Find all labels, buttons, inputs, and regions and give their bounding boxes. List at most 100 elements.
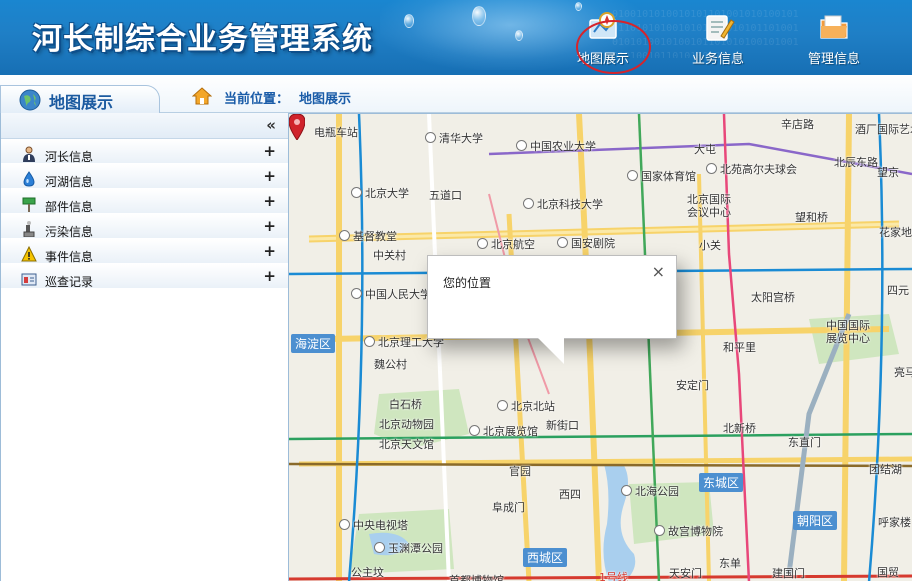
map-label: 玉渊潭公园 bbox=[374, 540, 443, 556]
district-badge: 海淀区 bbox=[291, 334, 336, 353]
nav-business-info[interactable]: 业务信息 bbox=[673, 10, 763, 70]
map-label: 基督教堂 bbox=[339, 228, 397, 244]
water-drop-icon bbox=[23, 171, 35, 187]
water-drop-decoration bbox=[472, 6, 486, 26]
folder-icon bbox=[820, 15, 848, 39]
map-view[interactable]: 电瓶车站 清华大学 中国农业大学 大屯 辛店路 酒厂国际艺术 北辰东路 北苑高尔… bbox=[289, 113, 912, 581]
map-label: 小关 bbox=[699, 239, 721, 252]
expand-icon[interactable]: + bbox=[263, 242, 276, 260]
map-label: 国贸 bbox=[877, 566, 899, 579]
map-label: 魏公村 bbox=[374, 358, 407, 371]
expand-icon[interactable]: + bbox=[263, 267, 276, 285]
breadcrumb-current: 地图展示 bbox=[299, 92, 352, 107]
factory-icon bbox=[23, 221, 35, 237]
lake bbox=[603, 459, 636, 581]
sidebar-item-label: 河湖信息 bbox=[45, 175, 94, 189]
sidebar-item-river-chief[interactable]: 河长信息 + bbox=[1, 139, 288, 164]
document-pencil-icon bbox=[706, 15, 735, 41]
district-badge: 朝阳区 bbox=[793, 511, 838, 530]
map-label: 中国人民大学 bbox=[351, 286, 431, 302]
map-label: 东直门 bbox=[788, 436, 821, 449]
app-title: 河长制综合业务管理系统 bbox=[32, 22, 373, 57]
expand-icon[interactable]: + bbox=[263, 142, 276, 160]
district-badge: 西城区 bbox=[523, 548, 568, 567]
map-label: 五道口 bbox=[429, 189, 462, 202]
map-label: 国安剧院 bbox=[557, 235, 615, 251]
globe-icon bbox=[19, 89, 41, 111]
map-label: 北京动物园 bbox=[379, 418, 434, 431]
map-label: 北京科技大学 bbox=[523, 196, 603, 212]
map-label: 1号线 bbox=[599, 571, 628, 581]
sidebar-collapse-bar: « bbox=[1, 113, 288, 139]
map-label: 中央电视塔 bbox=[339, 517, 408, 533]
water-drop-decoration bbox=[404, 14, 414, 28]
water-drop-decoration bbox=[515, 30, 523, 41]
map-label: 首都博物馆 bbox=[449, 574, 504, 581]
map-label: 中国农业大学 bbox=[516, 138, 596, 154]
map-label: 故宫博物院 bbox=[654, 523, 723, 539]
signpost-icon bbox=[22, 197, 36, 212]
map-label: 望和桥 bbox=[795, 211, 828, 224]
nav-map-display[interactable]: 地图展示 bbox=[558, 10, 648, 70]
map-label: 大屯 bbox=[694, 143, 716, 156]
close-icon[interactable]: × bbox=[652, 262, 665, 281]
expand-icon[interactable]: + bbox=[263, 217, 276, 235]
map-label: 亮马 bbox=[894, 366, 912, 379]
app-header: 0100101010010101101001010100101011010101… bbox=[0, 0, 912, 75]
map-label: 望京 bbox=[877, 166, 899, 179]
map-label: 团结湖 bbox=[869, 463, 902, 476]
map-label: 北苑高尔夫球会 bbox=[706, 161, 797, 177]
location-popup: 您的位置 × bbox=[427, 255, 677, 339]
map-label: 天安门 bbox=[669, 567, 702, 580]
map-label: 公主坟 bbox=[351, 566, 384, 579]
sidebar-item-inspection[interactable]: 巡查记录 + bbox=[1, 264, 288, 289]
sub-header-bar: 地图展示 当前位置： 地图展示 bbox=[0, 75, 912, 113]
sidebar-item-events[interactable]: 事件信息 + bbox=[1, 239, 288, 264]
map-label: 酒厂国际艺术 bbox=[855, 123, 912, 136]
map-label: 四元 bbox=[887, 284, 909, 297]
map-label: 新街口 bbox=[546, 419, 579, 432]
expand-icon[interactable]: + bbox=[263, 167, 276, 185]
expand-icon[interactable]: + bbox=[263, 192, 276, 210]
map-label: 太阳宫桥 bbox=[751, 291, 795, 304]
map-label: 东单 bbox=[719, 557, 741, 570]
nav-management-info[interactable]: 管理信息 bbox=[789, 10, 879, 70]
map-label: 西四 bbox=[559, 488, 581, 501]
sidebar-item-pollution[interactable]: 污染信息 + bbox=[1, 214, 288, 239]
warning-icon bbox=[21, 246, 37, 262]
map-label: 北京天文馆 bbox=[379, 438, 434, 451]
sidebar-item-label: 河长信息 bbox=[45, 150, 94, 164]
record-icon bbox=[21, 273, 37, 286]
popup-title: 您的位置 bbox=[443, 276, 492, 290]
map-label: 国家体育馆 bbox=[627, 168, 696, 184]
map-label: 花家地 bbox=[879, 226, 912, 239]
district-badge: 东城区 bbox=[699, 473, 744, 492]
map-label: 和平里 bbox=[723, 341, 756, 354]
panel-title: 地图展示 bbox=[49, 93, 114, 112]
person-icon bbox=[23, 146, 35, 162]
sidebar-item-label: 巡查记录 bbox=[45, 275, 94, 289]
compass-map-icon bbox=[589, 12, 617, 39]
nav-label: 地图展示 bbox=[576, 52, 629, 67]
map-label: 北海公园 bbox=[621, 483, 679, 499]
sidebar-item-components[interactable]: 部件信息 + bbox=[1, 189, 288, 214]
breadcrumb-label: 当前位置： bbox=[224, 92, 290, 107]
map-label: 北辰东路 bbox=[834, 156, 878, 169]
map-label: 北京航空 bbox=[477, 236, 535, 252]
sidebar-item-river-lake[interactable]: 河湖信息 + bbox=[1, 164, 288, 189]
map-label: 北京北站 bbox=[497, 398, 555, 414]
map-label: 官园 bbox=[509, 465, 531, 478]
home-icon bbox=[192, 87, 212, 105]
map-label: 电瓶车站 bbox=[314, 126, 358, 139]
sidebar-item-label: 部件信息 bbox=[45, 200, 94, 214]
map-label: 北京大学 bbox=[351, 185, 409, 201]
nav-label: 业务信息 bbox=[691, 52, 744, 67]
collapse-sidebar-button[interactable]: « bbox=[266, 116, 276, 134]
map-label: 呼家楼 bbox=[878, 516, 911, 529]
map-label: 中国国际展览中心 bbox=[826, 319, 870, 345]
map-label: 建国门 bbox=[772, 567, 805, 580]
map-label: 白石桥 bbox=[389, 398, 422, 411]
sidebar-item-label: 污染信息 bbox=[45, 225, 94, 239]
location-pin-icon[interactable] bbox=[289, 114, 305, 140]
map-label: 阜成门 bbox=[492, 501, 525, 514]
